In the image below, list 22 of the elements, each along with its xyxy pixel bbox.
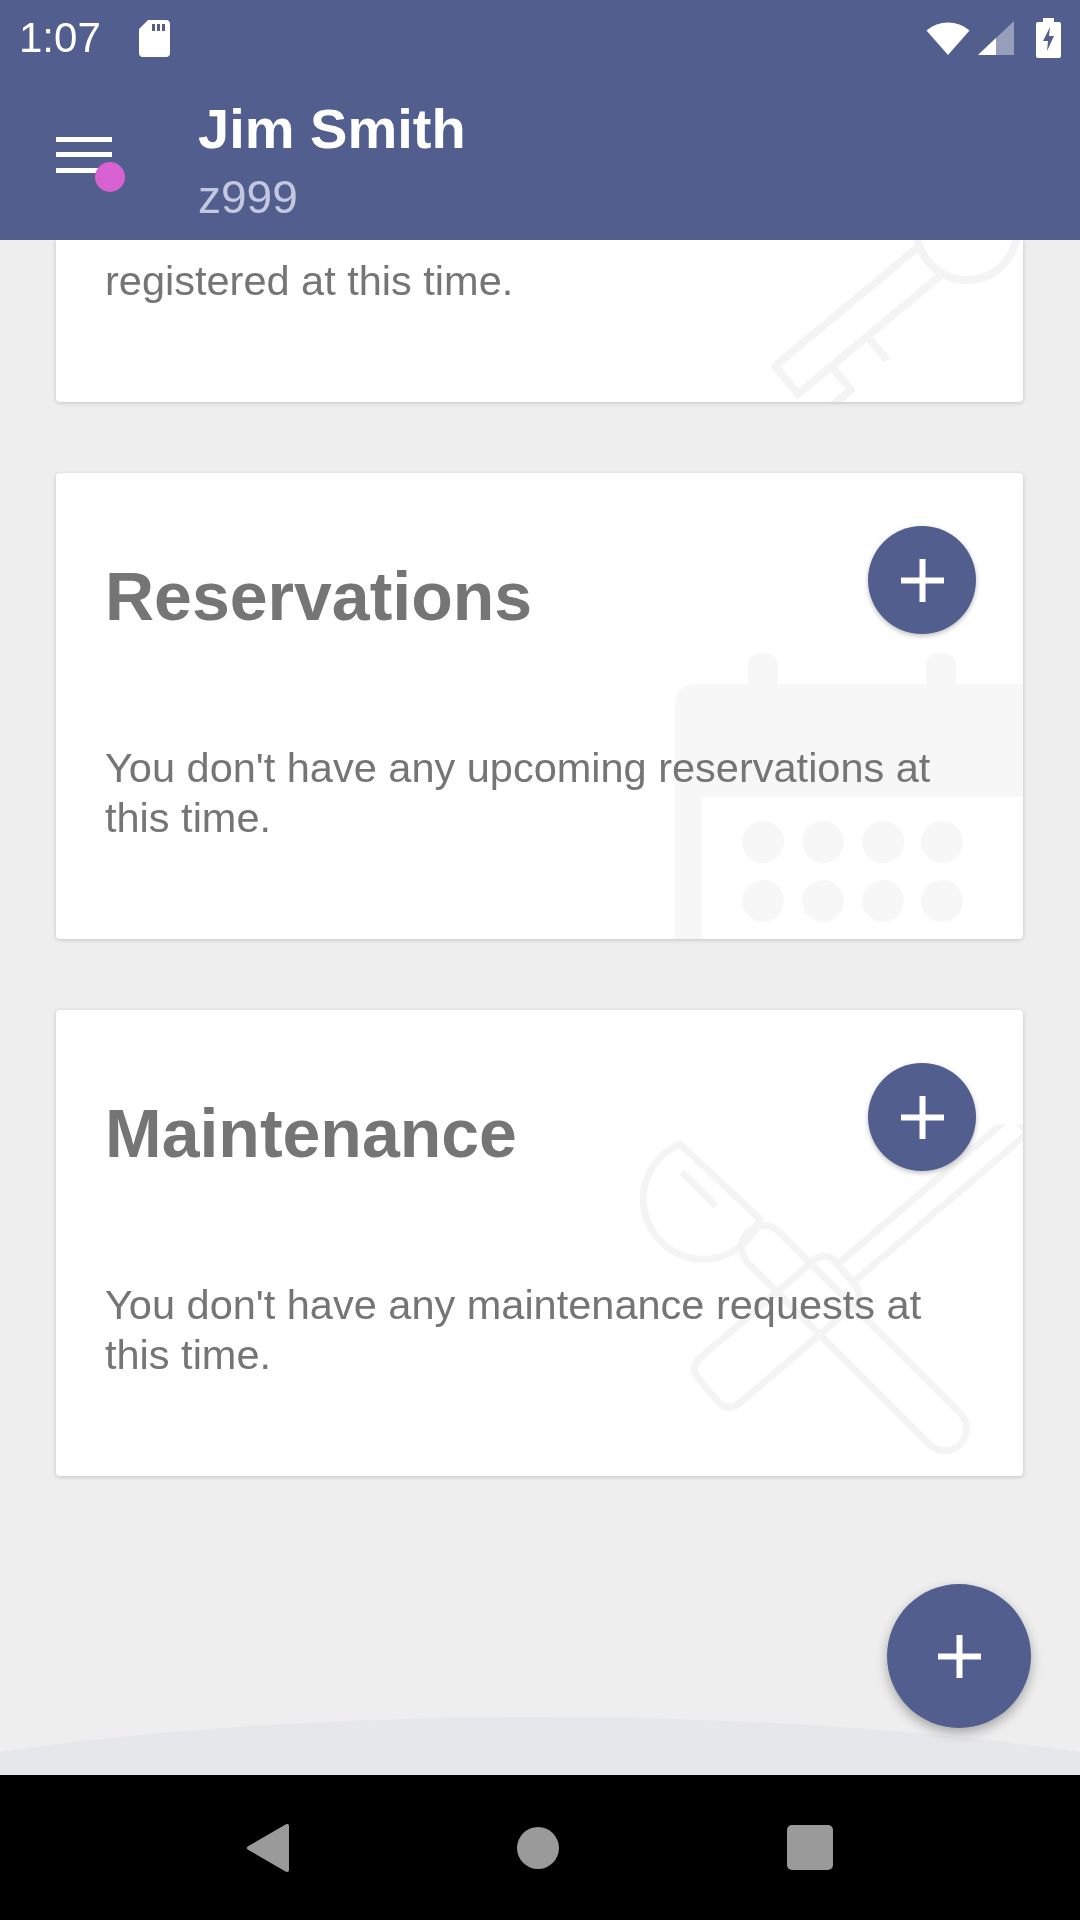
- battery-icon: [1036, 18, 1061, 58]
- status-time: 1:07: [19, 17, 101, 59]
- signal-icon: [978, 21, 1014, 55]
- empty-message: You don't have any maintenance requests at this time.: [105, 1280, 923, 1380]
- empty-message: registered at this time.: [105, 256, 515, 306]
- user-name: Jim Smith: [198, 97, 466, 161]
- menu-icon: [56, 137, 112, 174]
- plus-icon: [937, 1634, 981, 1678]
- plus-icon: [900, 1095, 944, 1139]
- add-button[interactable]: [868, 526, 976, 634]
- plus-icon: [900, 558, 944, 602]
- user-id: z999: [198, 171, 298, 223]
- empty-message: You don't have any upcoming reservations at this time.: [105, 743, 932, 843]
- back-icon[interactable]: [247, 1823, 289, 1872]
- menu-button[interactable]: [56, 137, 125, 192]
- floating-add-button[interactable]: [887, 1584, 1031, 1728]
- add-button[interactable]: [868, 1063, 976, 1171]
- sd-card-icon: [138, 19, 170, 57]
- home-icon[interactable]: [517, 1826, 559, 1869]
- card-title: Maintenance: [105, 1099, 517, 1167]
- card-title: Reservations: [105, 562, 533, 630]
- wifi-icon: [925, 21, 971, 55]
